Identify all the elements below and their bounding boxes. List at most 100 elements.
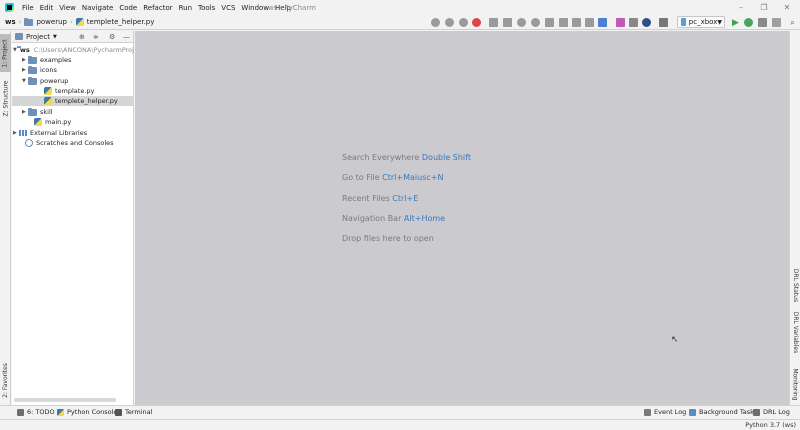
bottom-tool-bar: 6: TODO Python Console Terminal Event Lo… xyxy=(0,405,800,419)
tree-item-label: main.py xyxy=(45,118,72,126)
tab-monitoring[interactable]: Monitoring xyxy=(790,365,800,403)
collapse-all-icon[interactable]: ≑ xyxy=(93,33,99,41)
hint-text: Recent Files xyxy=(342,194,390,203)
tab-structure-label: Z: Structure xyxy=(2,80,10,116)
project-panel: Project ▼ ⊕ ≑ ⚙ — ▼ ws C:\Users\ANCONA\P… xyxy=(12,31,134,405)
tab-todo[interactable]: 6: TODO xyxy=(17,408,55,416)
tree-item-label: powerup xyxy=(40,77,69,85)
folder-icon xyxy=(28,76,37,85)
plugin-icon[interactable] xyxy=(616,18,625,27)
minimize-icon[interactable]: – xyxy=(730,1,752,13)
horizontal-scrollbar[interactable] xyxy=(14,398,116,402)
tree-item-icons[interactable]: ▶ icons xyxy=(12,65,134,75)
tab-python-console[interactable]: Python Console xyxy=(57,408,117,416)
tab-favorites[interactable]: 2: Favorites xyxy=(0,359,11,401)
tree-item-examples[interactable]: ▶ examples xyxy=(12,55,134,65)
event-log-icon xyxy=(644,408,651,416)
close-icon[interactable]: ✕ xyxy=(776,1,798,13)
export-icon[interactable] xyxy=(572,18,581,27)
project-panel-header: Project ▼ ⊕ ≑ ⚙ — xyxy=(12,31,133,43)
python-interpreter-selector[interactable]: Python 3.7 (ws) xyxy=(745,421,796,429)
menu-tools[interactable]: Tools xyxy=(195,4,218,12)
hint-text: Go to File xyxy=(342,173,380,182)
restore-icon[interactable]: ❐ xyxy=(753,1,775,13)
menu-window[interactable]: Window xyxy=(238,4,272,12)
stop-run-icon[interactable] xyxy=(772,18,781,27)
tasks-icon[interactable] xyxy=(629,18,638,27)
search-icon[interactable]: ⌕ xyxy=(788,18,797,27)
hint-shortcut[interactable]: Alt+Home xyxy=(404,214,445,223)
coverage-icon[interactable] xyxy=(758,18,767,27)
hint-shortcut[interactable]: Ctrl+Maiusc+N xyxy=(382,173,443,182)
hint-shortcut[interactable]: Ctrl+E xyxy=(392,194,418,203)
hint-recent-files: Recent Files Ctrl+E xyxy=(342,194,418,203)
tab-todo-label: 6: TODO xyxy=(27,408,55,416)
menu-run[interactable]: Run xyxy=(176,4,195,12)
menu-view[interactable]: View xyxy=(56,4,79,12)
tab-drl-variables[interactable]: DRL Variables xyxy=(790,309,800,355)
folder-icon xyxy=(24,17,34,26)
tree-item-label: icons xyxy=(40,66,57,74)
menu-edit[interactable]: Edit xyxy=(37,4,57,12)
back-icon[interactable] xyxy=(431,18,440,27)
run-icon[interactable]: ▶ xyxy=(731,18,740,28)
tree-item-external-libraries[interactable]: ▶ External Libraries xyxy=(12,128,134,138)
help-icon[interactable] xyxy=(642,18,651,27)
tree-item-template-py[interactable]: template.py xyxy=(12,86,134,96)
breadcrumb-file[interactable]: templete_helper.py xyxy=(73,15,158,30)
tab-structure[interactable]: Z: Structure xyxy=(0,77,11,119)
forward-icon[interactable] xyxy=(445,18,454,27)
menu-code[interactable]: Code xyxy=(116,4,140,12)
keyboard-icon[interactable] xyxy=(659,18,668,27)
menu-navigate[interactable]: Navigate xyxy=(79,4,116,12)
tab-background-task[interactable]: Background Task xyxy=(689,408,754,416)
pause-icon[interactable] xyxy=(517,18,526,27)
tab-event-log-label: Event Log xyxy=(654,408,687,416)
breadcrumb-folder[interactable]: powerup xyxy=(21,15,70,30)
project-panel-title[interactable]: Project xyxy=(26,33,50,41)
resume-icon[interactable] xyxy=(531,18,540,27)
tab-drl-log[interactable]: DRL Log xyxy=(753,408,790,416)
hint-text: Navigation Bar xyxy=(342,214,402,223)
menu-vcs[interactable]: VCS xyxy=(218,4,238,12)
todo-icon xyxy=(17,408,24,416)
wrench-icon[interactable] xyxy=(503,18,512,27)
tab-project[interactable]: 1: Project xyxy=(0,34,11,72)
breadcrumb-root[interactable]: ws xyxy=(0,15,19,30)
tree-item-templete-helper-py[interactable]: templete_helper.py xyxy=(12,96,134,106)
tree-item-main-py[interactable]: main.py xyxy=(12,117,134,127)
tab-drl-status-label: DRL Status xyxy=(792,268,800,302)
menu-refactor[interactable]: Refactor xyxy=(140,4,175,12)
python-file-icon xyxy=(44,87,52,95)
hint-navigation-bar: Navigation Bar Alt+Home xyxy=(342,214,445,223)
hint-shortcut[interactable]: Double Shift xyxy=(422,153,471,162)
locate-icon[interactable]: ⊕ xyxy=(79,33,85,41)
tree-item-ws[interactable]: ▼ ws C:\Users\ANCONA\PycharmProje xyxy=(12,45,134,55)
status-bar: Python 3.7 (ws) xyxy=(0,419,800,430)
link-icon[interactable] xyxy=(585,18,594,27)
tree-item-skill[interactable]: ▶ skill xyxy=(12,107,134,117)
hide-icon[interactable]: — xyxy=(123,33,130,41)
tree-item-label: skill xyxy=(40,108,53,116)
bug-icon[interactable] xyxy=(472,18,481,27)
tab-event-log[interactable]: Event Log xyxy=(644,408,686,416)
config-icon xyxy=(681,18,686,26)
branch-icon[interactable] xyxy=(559,18,568,27)
menu-file[interactable]: File xyxy=(19,4,37,12)
tab-drl-status[interactable]: DRL Status xyxy=(790,268,800,302)
tree-item-scratches[interactable]: Scratches and Consoles xyxy=(12,138,134,148)
chevron-down-icon[interactable]: ▼ xyxy=(13,47,17,53)
python-console-icon xyxy=(57,408,64,416)
deploy-icon[interactable] xyxy=(598,18,607,27)
editor-area[interactable]: Search Everywhere Double Shift Go to Fil… xyxy=(135,31,789,405)
tab-drl-variables-label: DRL Variables xyxy=(792,311,799,353)
run-configuration-selector[interactable]: pc_xbox ▼ xyxy=(677,16,725,28)
tab-terminal[interactable]: Terminal xyxy=(115,408,152,416)
tree-item-powerup[interactable]: ▼ powerup xyxy=(12,76,134,86)
chevron-down-icon[interactable]: ▼ xyxy=(53,34,57,40)
debug-icon[interactable] xyxy=(744,18,753,27)
gear-icon[interactable]: ⚙ xyxy=(109,33,115,41)
step-over-icon[interactable] xyxy=(489,18,498,27)
stop-icon[interactable] xyxy=(459,18,468,27)
download-icon[interactable] xyxy=(545,18,554,27)
